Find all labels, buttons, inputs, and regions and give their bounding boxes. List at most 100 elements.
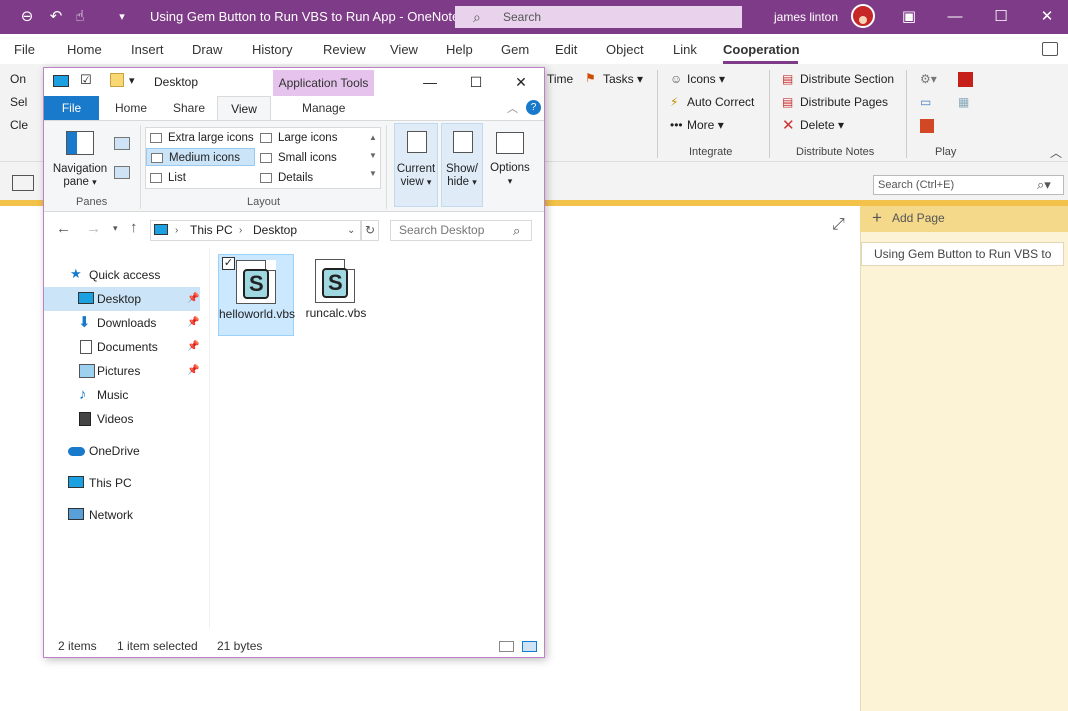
nav-this-pc[interactable]: This PC: [44, 471, 200, 495]
nav-documents[interactable]: Documents 📌: [44, 335, 200, 359]
layout-scroll-icon[interactable]: ▲ ▼ ▼: [369, 129, 377, 183]
close-icon[interactable]: ✕: [1035, 6, 1059, 28]
layout-details[interactable]: Details: [256, 169, 313, 187]
tab-gem[interactable]: Gem: [501, 42, 529, 57]
layout-label: List: [168, 172, 186, 184]
delete-button[interactable]: Delete ▾: [800, 118, 844, 132]
tab-share[interactable]: Share: [173, 101, 205, 115]
show-hide-button[interactable]: Show/ hide ▾: [441, 123, 483, 207]
pdf-icon[interactable]: [958, 72, 973, 87]
details-pane-icon[interactable]: [114, 166, 130, 179]
tab-object[interactable]: Object: [606, 42, 644, 57]
breadcrumb-desktop[interactable]: Desktop: [253, 221, 297, 240]
ribbon-cut-off-item-1[interactable]: On: [10, 72, 26, 86]
layout-extra-large-icons[interactable]: Extra large icons: [146, 129, 254, 147]
add-page-button[interactable]: + Add Page: [860, 206, 1068, 232]
address-dropdown-icon[interactable]: ⌄: [347, 221, 355, 240]
ribbon-cut-off-item-3[interactable]: Cle: [10, 118, 28, 132]
nav-onedrive[interactable]: OneDrive: [44, 439, 200, 463]
powerpoint-icon[interactable]: [920, 119, 934, 133]
forward-icon[interactable]: →: [86, 220, 101, 237]
customize-toolbar-icon[interactable]: ▾: [110, 6, 134, 28]
expand-icon[interactable]: ⤢: [832, 216, 845, 234]
nav-videos[interactable]: Videos: [44, 407, 200, 431]
details-view-icon[interactable]: [499, 641, 514, 652]
tasks-button[interactable]: Tasks ▾: [603, 72, 643, 86]
distribute-pages-button[interactable]: Distribute Pages: [800, 95, 888, 109]
avatar[interactable]: [851, 4, 875, 28]
presenter-icon[interactable]: ⚙▾: [920, 72, 937, 86]
ribbon-cut-off-item-2[interactable]: Sel: [10, 95, 27, 109]
current-view-button[interactable]: Current view ▾: [394, 123, 438, 207]
tab-file[interactable]: File: [14, 42, 35, 57]
minimize-icon[interactable]: —: [408, 70, 452, 94]
layout-medium-icons[interactable]: Medium icons: [146, 148, 255, 166]
tab-insert[interactable]: Insert: [131, 42, 164, 57]
collapse-ribbon-icon[interactable]: ︿: [1050, 144, 1062, 161]
page-list-item[interactable]: Using Gem Button to Run VBS to: [861, 242, 1064, 266]
tab-edit[interactable]: Edit: [555, 42, 577, 57]
touch-mode-icon[interactable]: ☝: [68, 6, 92, 28]
collapse-ribbon-icon[interactable]: ︿: [507, 100, 518, 116]
minimize-icon[interactable]: —: [943, 6, 967, 28]
screen-icon[interactable]: ▦: [958, 95, 969, 109]
help-icon[interactable]: ?: [526, 100, 541, 115]
tab-history[interactable]: History: [252, 42, 292, 57]
up-icon[interactable]: ↑: [130, 219, 138, 236]
tab-view[interactable]: View: [390, 42, 418, 57]
ribbon-display-icon[interactable]: ▣: [897, 6, 921, 28]
breadcrumb-this-pc[interactable]: This PC: [190, 221, 233, 240]
close-icon[interactable]: ✕: [499, 70, 543, 94]
undo-icon[interactable]: ↶: [44, 6, 68, 28]
device-icon[interactable]: ▭: [920, 95, 931, 109]
selection-checkbox[interactable]: ✓: [222, 257, 235, 270]
new-folder-icon[interactable]: [110, 73, 124, 87]
options-button[interactable]: Options ▾: [488, 123, 534, 207]
back-icon[interactable]: ⊖: [15, 6, 39, 28]
time-button[interactable]: Time: [547, 72, 573, 86]
preview-pane-icon[interactable]: [114, 137, 130, 150]
file-item[interactable]: runcalc.vbs: [298, 254, 374, 336]
icons-button[interactable]: Icons ▾: [687, 72, 725, 86]
tab-help[interactable]: Help: [446, 42, 473, 57]
feedback-icon[interactable]: [1042, 42, 1058, 56]
tab-manage[interactable]: Manage: [302, 101, 345, 115]
star-icon: ★: [70, 266, 82, 281]
search-box[interactable]: ⌕ Search: [455, 6, 742, 28]
navigation-pane-button[interactable]: Navigation pane ▾: [50, 163, 110, 189]
layout-small-icons[interactable]: Small icons: [256, 149, 337, 167]
nav-quick-access[interactable]: ★ Quick access: [44, 263, 200, 287]
nav-desktop[interactable]: Desktop 📌: [44, 287, 200, 311]
maximize-icon[interactable]: ☐: [989, 6, 1013, 28]
tab-review[interactable]: Review: [323, 42, 366, 57]
tab-draw[interactable]: Draw: [192, 42, 222, 57]
search-notebook-input[interactable]: Search (Ctrl+E) ⌕▾: [873, 175, 1064, 195]
tab-file[interactable]: File: [44, 96, 99, 120]
nav-pictures[interactable]: Pictures 📌: [44, 359, 200, 383]
tab-home[interactable]: Home: [115, 101, 147, 115]
tab-view[interactable]: View: [217, 96, 271, 121]
nav-network[interactable]: Network: [44, 503, 200, 527]
tab-cooperation[interactable]: Cooperation: [723, 42, 800, 57]
maximize-icon[interactable]: ☐: [454, 70, 498, 94]
nav-music[interactable]: ♪ Music: [44, 383, 200, 407]
layout-list[interactable]: List: [146, 169, 186, 187]
notebooks-icon[interactable]: [12, 175, 34, 191]
auto-correct-button[interactable]: Auto Correct: [687, 95, 754, 109]
tab-home[interactable]: Home: [67, 42, 102, 57]
customize-toolbar-icon[interactable]: ▾: [129, 74, 135, 87]
distribute-section-button[interactable]: Distribute Section: [800, 72, 894, 86]
address-bar[interactable]: › This PC › Desktop ⌄: [150, 220, 361, 241]
refresh-icon[interactable]: ↻: [361, 220, 379, 241]
nav-downloads[interactable]: ⬇ Downloads 📌: [44, 311, 200, 335]
back-icon[interactable]: ←: [56, 220, 71, 237]
properties-icon[interactable]: ☑: [80, 72, 92, 88]
more-button[interactable]: More ▾: [687, 118, 724, 132]
tab-link[interactable]: Link: [673, 42, 697, 57]
layout-large-icons[interactable]: Large icons: [256, 129, 337, 147]
explorer-search-input[interactable]: Search Desktop ⌕: [390, 220, 532, 241]
file-item[interactable]: ✓ helloworld.vbs: [218, 254, 295, 336]
large-icons-view-icon[interactable]: [522, 641, 537, 652]
recent-locations-icon[interactable]: ▾: [113, 223, 118, 234]
user-name[interactable]: james linton: [774, 10, 838, 24]
